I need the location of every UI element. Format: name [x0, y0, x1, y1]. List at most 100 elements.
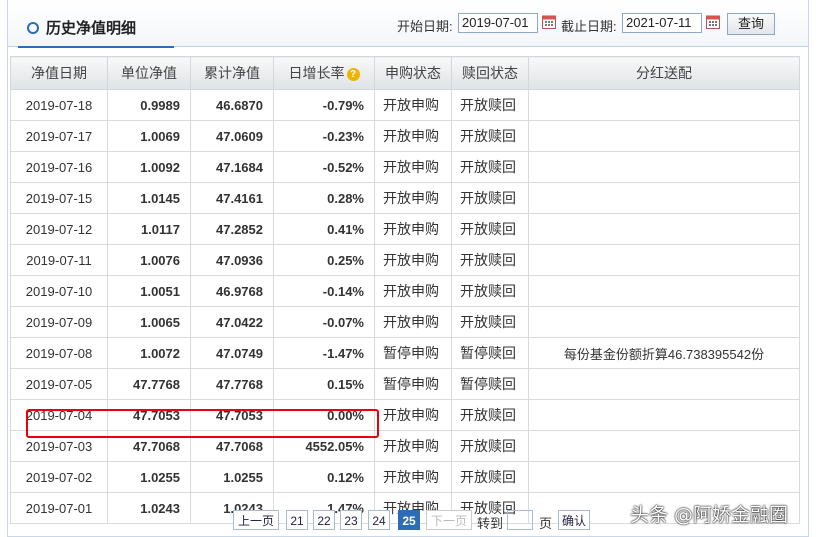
row-daily-growth: 0.28% — [273, 182, 375, 214]
row-subscribe-status: 开放申购 — [374, 275, 452, 307]
calendar-icon[interactable] — [706, 14, 720, 29]
circle-bullet-icon — [27, 22, 39, 34]
row-date: 2019-07-11 — [10, 244, 108, 276]
table-row: 2019-07-11 1.0076 47.0936 0.25% 开放申购 开放赎回 — [10, 244, 800, 276]
row-subscribe-status: 暂停申购 — [374, 337, 452, 369]
row-redeem-status: 开放赎回 — [451, 120, 529, 152]
row-unit-nav: 1.0065 — [107, 306, 191, 338]
row-date: 2019-07-02 — [10, 461, 108, 493]
next-page-button: 下一页 — [426, 510, 472, 530]
help-icon[interactable]: ? — [346, 67, 360, 81]
row-accumulated-nav: 47.7068 — [190, 430, 274, 462]
row-dividend — [528, 244, 800, 276]
row-accumulated-nav: 47.7768 — [190, 368, 274, 400]
row-subscribe-status: 开放申购 — [374, 399, 452, 431]
row-accumulated-nav: 46.6870 — [190, 89, 274, 121]
goto-label: 转到 — [477, 516, 504, 531]
page-button[interactable]: 21 — [286, 510, 308, 530]
confirm-button[interactable]: 确认 — [558, 510, 590, 530]
table-row: 2019-07-03 47.7068 47.7068 4552.05% 开放申购 开放赎回 — [10, 430, 800, 462]
row-date: 2019-07-17 — [10, 120, 108, 152]
calendar-icon[interactable] — [542, 14, 556, 29]
panel-header: 历史净值明细 开始日期: 2019-07-01 截止日期: 2021-07-11… — [8, 0, 808, 48]
row-unit-nav: 47.7053 — [107, 399, 191, 431]
row-dividend — [528, 430, 800, 462]
row-date: 2019-07-05 — [10, 368, 108, 400]
row-redeem-status: 开放赎回 — [451, 399, 529, 431]
row-daily-growth: 0.41% — [273, 213, 375, 245]
row-subscribe-status: 开放申购 — [374, 120, 452, 152]
prev-page-button[interactable]: 上一页 — [233, 510, 279, 530]
row-redeem-status: 开放赎回 — [451, 213, 529, 245]
query-button[interactable]: 查询 — [727, 13, 775, 35]
current-page-button[interactable]: 25 — [398, 510, 420, 530]
col-header-unit-nav: 单位净值 — [107, 56, 191, 90]
row-redeem-status: 开放赎回 — [451, 306, 529, 338]
row-unit-nav: 1.0092 — [107, 151, 191, 183]
row-unit-nav: 1.0069 — [107, 120, 191, 152]
page-button[interactable]: 22 — [313, 510, 335, 530]
row-daily-growth: -0.07% — [273, 306, 375, 338]
row-daily-growth: 0.00% — [273, 399, 375, 431]
row-redeem-status: 开放赎回 — [451, 182, 529, 214]
table-row: 2019-07-15 1.0145 47.4161 0.28% 开放申购 开放赎回 — [10, 182, 800, 214]
row-dividend — [528, 213, 800, 245]
row-accumulated-nav: 47.0936 — [190, 244, 274, 276]
panel-title: 历史净值明细 — [46, 20, 137, 37]
row-date: 2019-07-12 — [10, 213, 108, 245]
watermark: 头条 @阿娇金融圈 — [630, 504, 789, 526]
row-accumulated-nav: 47.2852 — [190, 213, 274, 245]
row-accumulated-nav: 47.0749 — [190, 337, 274, 369]
row-unit-nav: 1.0145 — [107, 182, 191, 214]
start-date-input[interactable]: 2019-07-01 — [458, 13, 538, 33]
row-accumulated-nav: 47.4161 — [190, 182, 274, 214]
table-row: 2019-07-09 1.0065 47.0422 -0.07% 开放申购 开放赎回 — [10, 306, 800, 338]
page-number-input[interactable] — [507, 510, 533, 530]
row-subscribe-status: 开放申购 — [374, 430, 452, 462]
row-date: 2019-07-04 — [10, 399, 108, 431]
page-button[interactable]: 24 — [368, 510, 390, 530]
table-row: 2019-07-17 1.0069 47.0609 -0.23% 开放申购 开放赎回 — [10, 120, 800, 152]
row-dividend — [528, 151, 800, 183]
col-header-daily-growth: 日增长率? — [273, 56, 375, 90]
row-unit-nav: 47.7768 — [107, 368, 191, 400]
row-subscribe-status: 开放申购 — [374, 182, 452, 214]
row-daily-growth: 0.12% — [273, 461, 375, 493]
row-date: 2019-07-09 — [10, 306, 108, 338]
row-daily-growth: -0.79% — [273, 89, 375, 121]
row-dividend — [528, 461, 800, 493]
row-date: 2019-07-08 — [10, 337, 108, 369]
col-header-daily-growth-label: 日增长率 — [288, 65, 345, 81]
row-accumulated-nav: 47.0609 — [190, 120, 274, 152]
row-daily-growth: -0.23% — [273, 120, 375, 152]
col-header-dividend: 分红送配 — [528, 56, 800, 90]
row-date: 2019-07-03 — [10, 430, 108, 462]
row-redeem-status: 暂停赎回 — [451, 337, 529, 369]
table-row: 2019-07-16 1.0092 47.1684 -0.52% 开放申购 开放赎回 — [10, 151, 800, 183]
row-accumulated-nav: 46.9768 — [190, 275, 274, 307]
row-unit-nav: 1.0255 — [107, 461, 191, 493]
row-redeem-status: 开放赎回 — [451, 244, 529, 276]
page-button[interactable]: 23 — [340, 510, 362, 530]
row-accumulated-nav: 47.0422 — [190, 306, 274, 338]
table-row: 2019-07-10 1.0051 46.9768 -0.14% 开放申购 开放赎回 — [10, 275, 800, 307]
table-row: 2019-07-05 47.7768 47.7768 0.15% 暂停申购 暂停赎回 — [10, 368, 800, 400]
row-dividend — [528, 399, 800, 431]
nav-history-table: 净值日期 单位净值 累计净值 日增长率? 申购状态 赎回状态 分红送配 2019… — [10, 56, 800, 524]
row-subscribe-status: 开放申购 — [374, 461, 452, 493]
col-header-date: 净值日期 — [10, 56, 108, 90]
page-unit-label: 页 — [539, 516, 553, 531]
row-redeem-status: 暂停赎回 — [451, 368, 529, 400]
row-redeem-status: 开放赎回 — [451, 275, 529, 307]
row-subscribe-status: 开放申购 — [374, 244, 452, 276]
row-redeem-status: 开放赎回 — [451, 151, 529, 183]
row-unit-nav: 1.0051 — [107, 275, 191, 307]
end-date-input[interactable]: 2021-07-11 — [622, 13, 702, 33]
row-date: 2019-07-15 — [10, 182, 108, 214]
col-header-accumulated-nav: 累计净值 — [190, 56, 274, 90]
row-date: 2019-07-18 — [10, 89, 108, 121]
row-dividend: 每份基金份额折算46.738395542份 — [528, 337, 800, 369]
table-row: 2019-07-18 0.9989 46.6870 -0.79% 开放申购 开放赎回 — [10, 89, 800, 121]
end-date-label: 截止日期: — [561, 19, 617, 34]
table-row: 2019-07-02 1.0255 1.0255 0.12% 开放申购 开放赎回 — [10, 461, 800, 493]
